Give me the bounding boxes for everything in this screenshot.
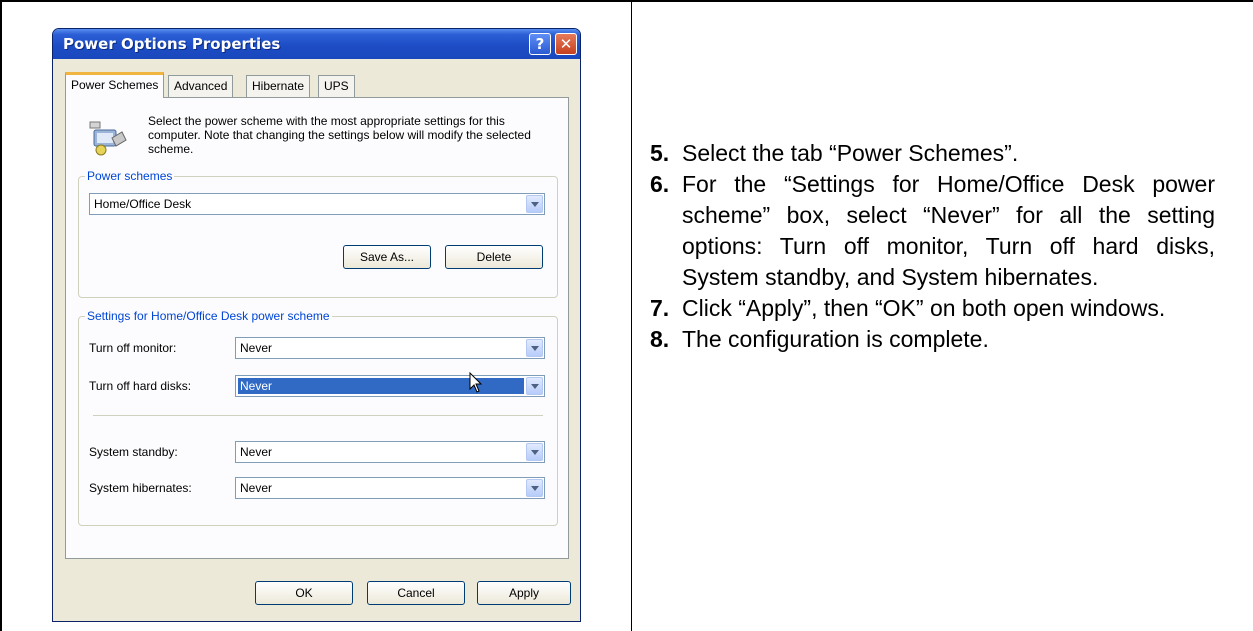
ok-button[interactable]: OK <box>255 581 353 605</box>
system-standby-select[interactable]: Never <box>235 441 545 463</box>
tab-hibernate[interactable]: Hibernate <box>246 75 311 97</box>
power-options-dialog: Power Options Properties ? ✕ Power Schem… <box>52 28 581 622</box>
chevron-down-icon[interactable] <box>526 339 543 357</box>
step-5: 5. Select the tab “Power Schemes”. <box>650 138 1215 169</box>
chevron-down-icon[interactable] <box>526 195 543 213</box>
power-scheme-select[interactable]: Home/Office Desk <box>89 193 545 215</box>
step-number: 8. <box>650 326 670 352</box>
frame-left-border <box>0 0 2 631</box>
instruction-steps: 5. Select the tab “Power Schemes”. 6. Fo… <box>650 138 1215 355</box>
step-number: 5. <box>650 140 670 166</box>
step-7: 7. Click “Apply”, then “OK” on both open… <box>650 293 1215 324</box>
turn-off-monitor-label: Turn off monitor: <box>89 341 177 355</box>
cancel-button[interactable]: Cancel <box>367 581 465 605</box>
chevron-down-icon[interactable] <box>526 443 543 461</box>
settings-group: Settings for Home/Office Desk power sche… <box>78 309 558 526</box>
step-text: Select the tab “Power Schemes”. <box>682 140 1019 166</box>
step-text: Click “Apply”, then “OK” on both open wi… <box>682 295 1166 321</box>
system-standby-value: Never <box>240 445 273 459</box>
turn-off-hard-disks-value: Never <box>240 379 273 393</box>
frame-column-divider <box>631 0 632 631</box>
tab-ups[interactable]: UPS <box>318 75 355 97</box>
turn-off-hard-disks-label: Turn off hard disks: <box>89 379 192 393</box>
tab-advanced[interactable]: Advanced <box>168 75 234 97</box>
turn-off-monitor-value: Never <box>240 341 273 355</box>
step-6: 6. For the “Settings for Home/Office Des… <box>650 169 1215 293</box>
power-schemes-group: Power schemes Home/Office Desk Save As..… <box>78 169 558 298</box>
scheme-description: Select the power scheme with the most ap… <box>148 114 531 156</box>
tab-power-schemes[interactable]: Power Schemes <box>65 72 165 98</box>
save-as-button[interactable]: Save As... <box>343 245 431 269</box>
help-icon: ? <box>535 35 545 53</box>
power-scheme-value: Home/Office Desk <box>94 197 192 211</box>
title-bar[interactable]: Power Options Properties ? ✕ <box>53 29 580 59</box>
step-text: The configuration is complete. <box>682 326 989 352</box>
system-hibernates-label: System hibernates: <box>89 481 192 495</box>
mouse-cursor-icon <box>469 372 483 393</box>
close-icon: ✕ <box>559 35 573 53</box>
power-scheme-icon <box>89 121 127 156</box>
settings-group-label: Settings for Home/Office Desk power sche… <box>85 309 332 323</box>
close-button[interactable]: ✕ <box>555 33 577 55</box>
step-text: For the “Settings for Home/Office Desk p… <box>682 171 1215 290</box>
chevron-down-icon[interactable] <box>526 479 543 497</box>
system-hibernates-select[interactable]: Never <box>235 477 545 499</box>
apply-button[interactable]: Apply <box>477 581 571 605</box>
chevron-down-icon[interactable] <box>526 377 543 395</box>
turn-off-hard-disks-select[interactable]: Never <box>235 375 545 397</box>
settings-separator <box>93 415 543 416</box>
step-8: 8. The configuration is complete. <box>650 324 1215 355</box>
delete-button[interactable]: Delete <box>445 245 543 269</box>
tab-panel: Select the power scheme with the most ap… <box>65 97 569 559</box>
system-standby-label: System standby: <box>89 445 178 459</box>
step-number: 6. <box>650 171 670 197</box>
dialog-title: Power Options Properties <box>63 35 281 53</box>
frame-top-border <box>0 0 1253 2</box>
step-number: 7. <box>650 295 670 321</box>
system-hibernates-value: Never <box>240 481 273 495</box>
power-schemes-group-label: Power schemes <box>85 169 175 183</box>
help-button[interactable]: ? <box>529 33 551 55</box>
turn-off-monitor-select[interactable]: Never <box>235 337 545 359</box>
